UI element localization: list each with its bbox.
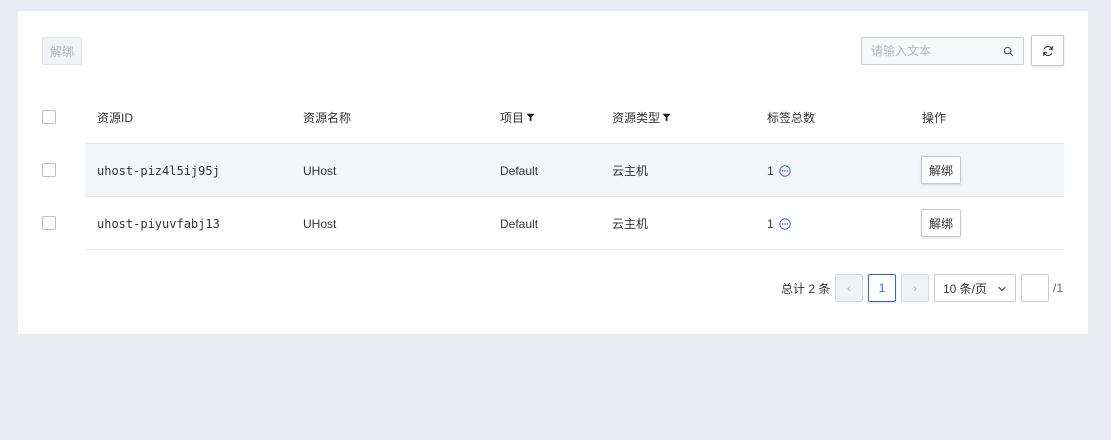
more-icon[interactable] [778,164,791,177]
resource-name-cell: UHost [303,163,337,178]
next-page-button[interactable]: › [901,274,929,302]
page-size-value: 10 条/页 [943,281,988,296]
project-cell: Default [500,163,539,178]
column-header-tag-count: 标签总数 [767,111,816,125]
column-header-resource-id: 资源ID [97,111,134,125]
tag-count-cell: 1 [767,197,791,250]
filter-icon[interactable] [526,113,535,122]
row-checkbox[interactable] [42,216,56,230]
page-number-button[interactable]: 1 [868,274,896,302]
refresh-button[interactable] [1031,35,1064,66]
page-jump-input-box[interactable] [1021,274,1049,302]
resource-type-cell: 云主机 [612,217,649,231]
resource-type-cell: 云主机 [612,164,649,178]
column-header-actions: 操作 [922,111,947,125]
column-header-resource-name: 资源名称 [303,111,352,125]
row-checkbox[interactable] [42,163,56,177]
page-count: /1 [1053,281,1064,295]
unbind-button[interactable]: 解绑 [921,156,961,184]
table-row: uhost-piz4l5ij95j UHost Default 云主机 1 解绑 [85,143,1064,196]
tag-count-value: 1 [767,163,774,178]
resource-id-cell: uhost-piyuvfabj13 [97,216,220,231]
search-box[interactable] [861,37,1024,65]
unbind-button[interactable]: 解绑 [921,209,961,237]
page-jump-input[interactable] [1022,275,1048,301]
filter-icon[interactable] [662,113,671,122]
page-size-select[interactable]: 10 条/页 [934,274,1016,302]
project-cell: Default [500,216,539,231]
select-all-checkbox[interactable] [42,110,56,124]
tag-count-value: 1 [767,216,774,231]
table-row: uhost-piyuvfabj13 UHost Default 云主机 1 解绑 [85,196,1064,250]
column-header-resource-type[interactable]: 资源类型 [612,109,671,126]
chevron-down-icon [998,286,1006,292]
search-input[interactable] [862,44,997,58]
refresh-icon [1042,45,1053,56]
column-header-project[interactable]: 项目 [500,109,535,126]
prev-page-button[interactable]: ‹ [835,274,863,302]
search-icon[interactable] [1003,46,1014,57]
resource-name-cell: UHost [303,216,337,231]
tag-count-cell: 1 [767,144,791,197]
pagination-total: 总计 2 条 [781,281,831,296]
more-icon[interactable] [778,217,791,230]
resource-panel: 解绑 资源ID 资源名称 项目 资源类型 标签总数 [18,11,1088,334]
resource-id-cell: uhost-piz4l5ij95j [97,163,220,178]
bulk-unbind-button[interactable]: 解绑 [42,37,82,65]
